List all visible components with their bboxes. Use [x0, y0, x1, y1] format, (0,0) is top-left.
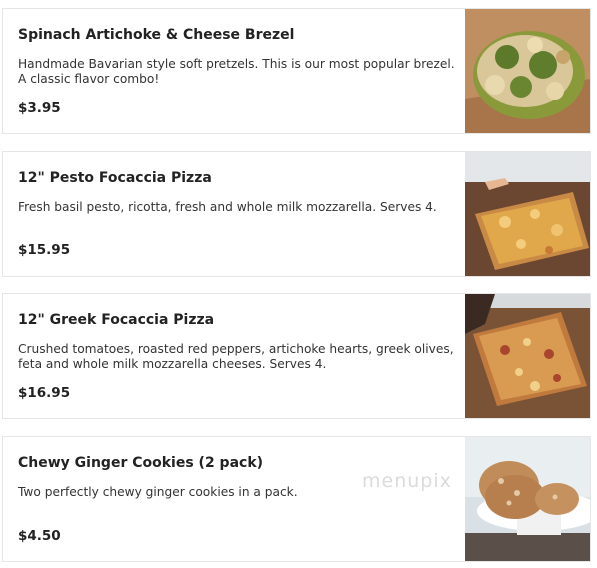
- menu-item-card[interactable]: Chewy Ginger Cookies (2 pack) Two perfec…: [2, 436, 591, 562]
- pizza-photo[interactable]: [465, 294, 590, 418]
- pretzel-photo[interactable]: [465, 9, 590, 133]
- watermark: menupix: [362, 470, 452, 492]
- menu-item-price: $15.95: [18, 242, 71, 258]
- menu-item-price: $16.95: [18, 385, 71, 401]
- menu-item-price: $3.95: [18, 100, 61, 116]
- menu-item-card[interactable]: 12" Pesto Focaccia Pizza Fresh basil pes…: [2, 151, 591, 277]
- menu-item-name: Spinach Artichoke & Cheese Brezel: [18, 27, 295, 43]
- menu-item-card[interactable]: Spinach Artichoke & Cheese Brezel Handma…: [2, 8, 591, 134]
- menu-item-text: Chewy Ginger Cookies (2 pack) Two perfec…: [18, 437, 458, 561]
- menu-item-description: Crushed tomatoes, roasted red peppers, a…: [18, 342, 454, 371]
- menu-item-text: 12" Pesto Focaccia Pizza Fresh basil pes…: [18, 152, 458, 276]
- cookies-photo[interactable]: [465, 437, 590, 561]
- menu-item-card[interactable]: 12" Greek Focaccia Pizza Crushed tomatoe…: [2, 293, 591, 419]
- menu-item-text: 12" Greek Focaccia Pizza Crushed tomatoe…: [18, 294, 458, 418]
- menu-item-price: $4.50: [18, 528, 61, 544]
- pizza-photo[interactable]: [465, 152, 590, 276]
- menu-item-name: 12" Pesto Focaccia Pizza: [18, 170, 212, 186]
- menu-item-description: Fresh basil pesto, ricotta, fresh and wh…: [18, 200, 437, 214]
- menu-item-name: 12" Greek Focaccia Pizza: [18, 312, 215, 328]
- menu-item-name: Chewy Ginger Cookies (2 pack): [18, 455, 264, 471]
- menu-item-text: Spinach Artichoke & Cheese Brezel Handma…: [18, 9, 458, 133]
- menu-item-description: Handmade Bavarian style soft pretzels. T…: [18, 57, 455, 86]
